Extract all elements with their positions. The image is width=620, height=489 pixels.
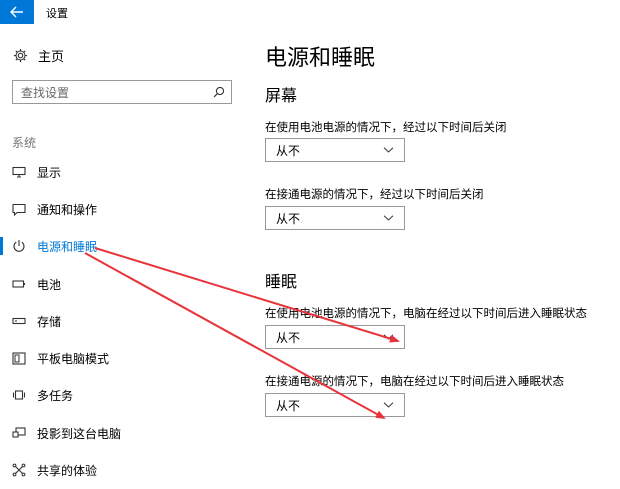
sleep-battery-dropdown[interactable]: 从不 [265, 325, 405, 349]
section-heading-screen: 屏幕 [265, 86, 298, 105]
screen-battery-dropdown[interactable]: 从不 [265, 138, 405, 162]
gear-icon [12, 48, 28, 64]
screen-plugged-label: 在接通电源的情况下，经过以下时间后关闭 [265, 187, 484, 201]
chevron-down-icon [383, 147, 394, 153]
screen-plugged-dropdown[interactable]: 从不 [265, 206, 405, 230]
sidebar-item-label: 多任务 [37, 388, 74, 403]
chevron-down-icon [383, 334, 394, 340]
multitasking-icon [11, 387, 27, 403]
section-heading-sleep: 睡眠 [265, 272, 298, 291]
chevron-down-icon [383, 215, 394, 221]
sidebar-item-label: 通知和操作 [37, 202, 98, 217]
dropdown-value: 从不 [276, 330, 301, 345]
sleep-battery-label: 在使用电池电源的情况下，电脑在经过以下时间后进入睡眠状态 [265, 306, 587, 320]
shared-experiences-icon [11, 462, 27, 478]
back-button[interactable] [0, 0, 34, 24]
window-title: 设置 [46, 7, 68, 20]
sidebar-item-label: 平板电脑模式 [37, 351, 110, 366]
sleep-plugged-label: 在接通电源的情况下，电脑在经过以下时间后进入睡眠状态 [265, 374, 564, 388]
monitor-icon [11, 164, 27, 180]
sidebar-item-label: 电源和睡眠 [37, 239, 98, 254]
back-arrow-icon [10, 6, 23, 18]
project-icon [11, 425, 27, 441]
sidebar-item-label: 存储 [37, 314, 62, 329]
sidebar-home[interactable]: 主页 [12, 46, 64, 65]
battery-icon [11, 276, 27, 292]
chevron-down-icon [383, 402, 394, 408]
section-label-system: 系统 [12, 136, 37, 150]
sidebar-item-label: 显示 [37, 165, 62, 180]
screen-battery-label: 在使用电池电源的情况下，经过以下时间后关闭 [265, 120, 507, 134]
sidebar-item-label: 电池 [37, 277, 62, 292]
search-icon [213, 86, 225, 98]
power-icon [11, 238, 27, 254]
tablet-mode-icon [11, 350, 27, 366]
search-input[interactable]: 查找设置 [21, 84, 213, 101]
main-content: 电源和睡眠 屏幕 在使用电池电源的情况下，经过以下时间后关闭 从不 在接通电源的… [265, 0, 620, 489]
sidebar-item-label: 共享的体验 [37, 463, 98, 478]
dropdown-value: 从不 [276, 398, 301, 413]
dropdown-value: 从不 [276, 211, 301, 226]
search-box[interactable]: 查找设置 [12, 80, 232, 104]
storage-icon [11, 313, 27, 329]
sleep-plugged-dropdown[interactable]: 从不 [265, 393, 405, 417]
page-title: 电源和睡眠 [265, 46, 376, 71]
dropdown-value: 从不 [276, 143, 301, 158]
notification-icon [11, 201, 27, 217]
sidebar-item-label: 投影到这台电脑 [37, 426, 122, 441]
home-label: 主页 [38, 50, 65, 65]
active-indicator [0, 237, 3, 255]
